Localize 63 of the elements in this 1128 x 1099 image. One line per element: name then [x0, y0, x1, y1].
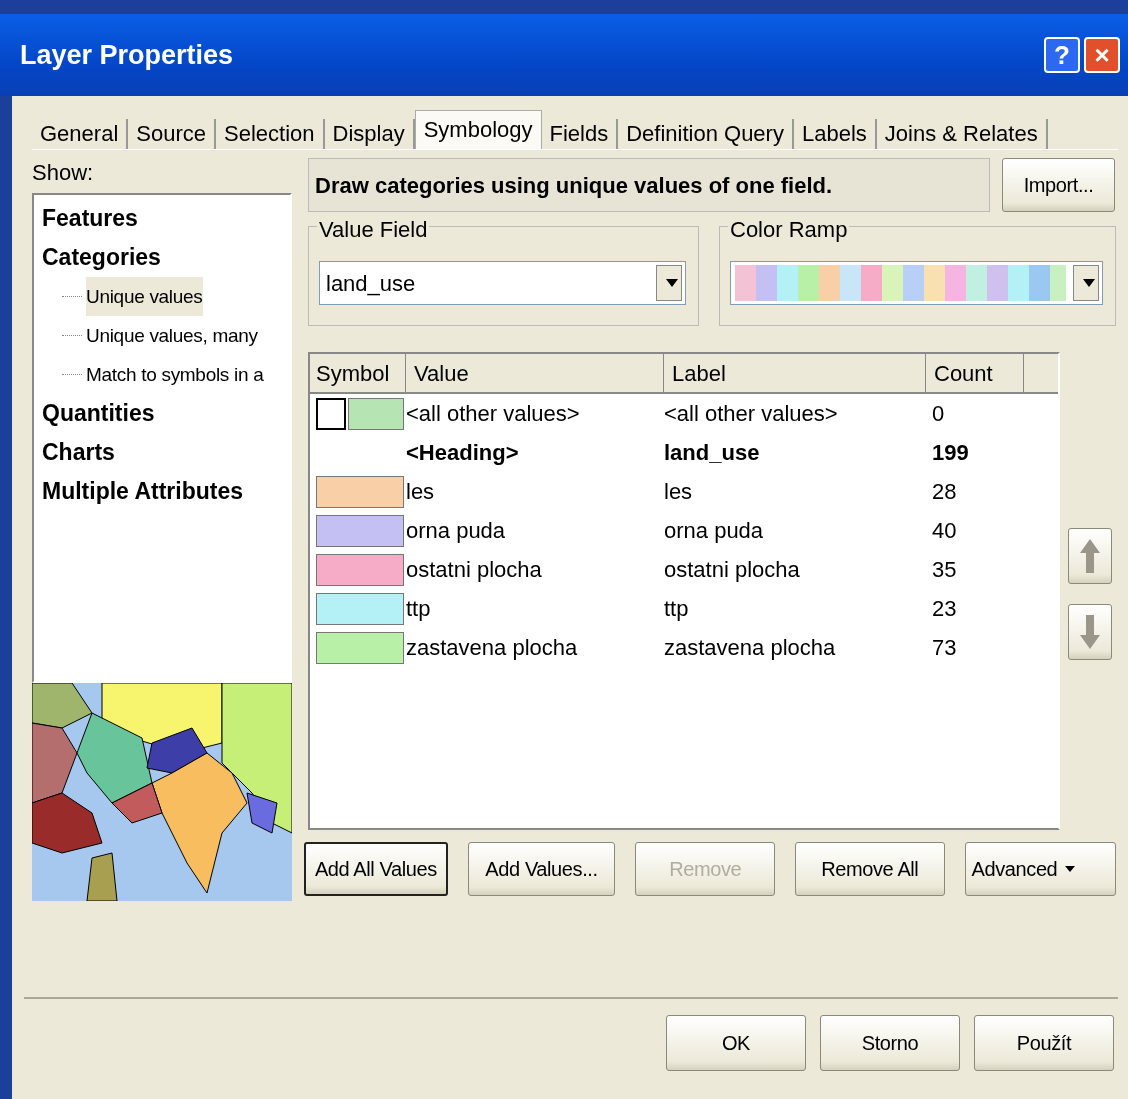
dialog-button[interactable]: Použít — [974, 1015, 1114, 1071]
tab[interactable]: Joins & Relates — [876, 119, 1048, 149]
table-cell-text: 199 — [931, 439, 970, 467]
column-header[interactable]: Count — [926, 354, 1024, 392]
tree-item[interactable]: Multiple Attributes — [42, 472, 282, 511]
table-cell-text: 73 — [931, 634, 958, 662]
table-cell-text: ostatni plocha — [664, 556, 801, 584]
field-value: land_use — [325, 269, 417, 298]
table-cell-text: <all other values> — [406, 400, 581, 428]
color-ramp-dropdown[interactable] — [730, 261, 1103, 305]
tree-item[interactable]: Unique values — [86, 277, 203, 316]
table-cell-text: ttp — [664, 595, 690, 623]
tab[interactable]: General — [32, 119, 129, 149]
move-down-button[interactable] — [1068, 604, 1112, 660]
action-button[interactable]: Remove All — [795, 842, 945, 896]
move-up-button[interactable] — [1068, 528, 1112, 584]
tree-item[interactable]: Features — [42, 199, 282, 238]
tab[interactable]: Fields — [541, 119, 619, 149]
arrow-down-icon — [1080, 615, 1100, 649]
table-cell-text: 23 — [931, 595, 958, 623]
table-cell-text: les — [664, 478, 694, 506]
table-cell-text: orna puda — [664, 517, 765, 545]
table-cell-text: ostatni plocha — [406, 556, 543, 584]
tab[interactable]: Symbology — [414, 110, 542, 149]
table-cell-text: land_use — [664, 439, 761, 467]
column-header[interactable]: Label — [664, 354, 926, 392]
column-header[interactable]: Symbol — [310, 354, 406, 392]
close-button[interactable]: × — [1084, 37, 1120, 73]
empty-symbol-swatch — [316, 397, 346, 430]
tree-item[interactable]: Categories — [42, 238, 282, 277]
tab[interactable]: Selection — [216, 119, 325, 149]
tab[interactable]: Definition Query — [618, 119, 794, 149]
table-cell-text: zastavena plocha — [406, 634, 579, 662]
tree-item[interactable]: Quantities — [42, 394, 282, 433]
table-cell-text: ttp — [406, 595, 432, 623]
show-label: Show: — [32, 159, 95, 187]
tree-item[interactable]: Charts — [42, 433, 282, 472]
arrow-up-icon — [1080, 539, 1100, 573]
table-cell-text: les — [406, 478, 436, 506]
tree-item[interactable]: Match to symbols in a — [86, 355, 264, 394]
description-text: Draw categories using unique values of one field. — [308, 158, 990, 212]
dialog-button[interactable]: OK — [666, 1015, 806, 1071]
value-field-dropdown[interactable]: land_use — [319, 261, 686, 305]
advanced-button[interactable]: Advanced — [964, 842, 1116, 896]
action-button[interactable]: Add All Values — [304, 842, 448, 896]
table-cell-text: 0 — [931, 400, 946, 428]
table-cell-text: <Heading> — [406, 439, 520, 467]
import-button[interactable]: Import... — [1002, 158, 1115, 212]
window-title: Layer Properties — [20, 38, 235, 72]
tree-item[interactable]: Unique values, many — [86, 316, 258, 355]
action-button[interactable]: Add Values... — [467, 842, 616, 896]
tab[interactable]: Labels — [793, 119, 877, 149]
table-cell-text: 28 — [931, 478, 958, 506]
table-cell-text: 35 — [931, 556, 958, 584]
table-cell-text: <all other values> — [664, 400, 839, 428]
dialog-button[interactable]: Storno — [820, 1015, 960, 1071]
tab[interactable]: Source — [128, 119, 216, 149]
table-cell-text: orna puda — [406, 517, 507, 545]
column-header[interactable]: Value — [406, 354, 664, 392]
table-cell-text: zastavena plocha — [664, 634, 837, 662]
caret-icon — [1065, 866, 1076, 872]
table-cell-text: 40 — [931, 517, 958, 545]
help-button[interactable]: ? — [1044, 37, 1080, 73]
